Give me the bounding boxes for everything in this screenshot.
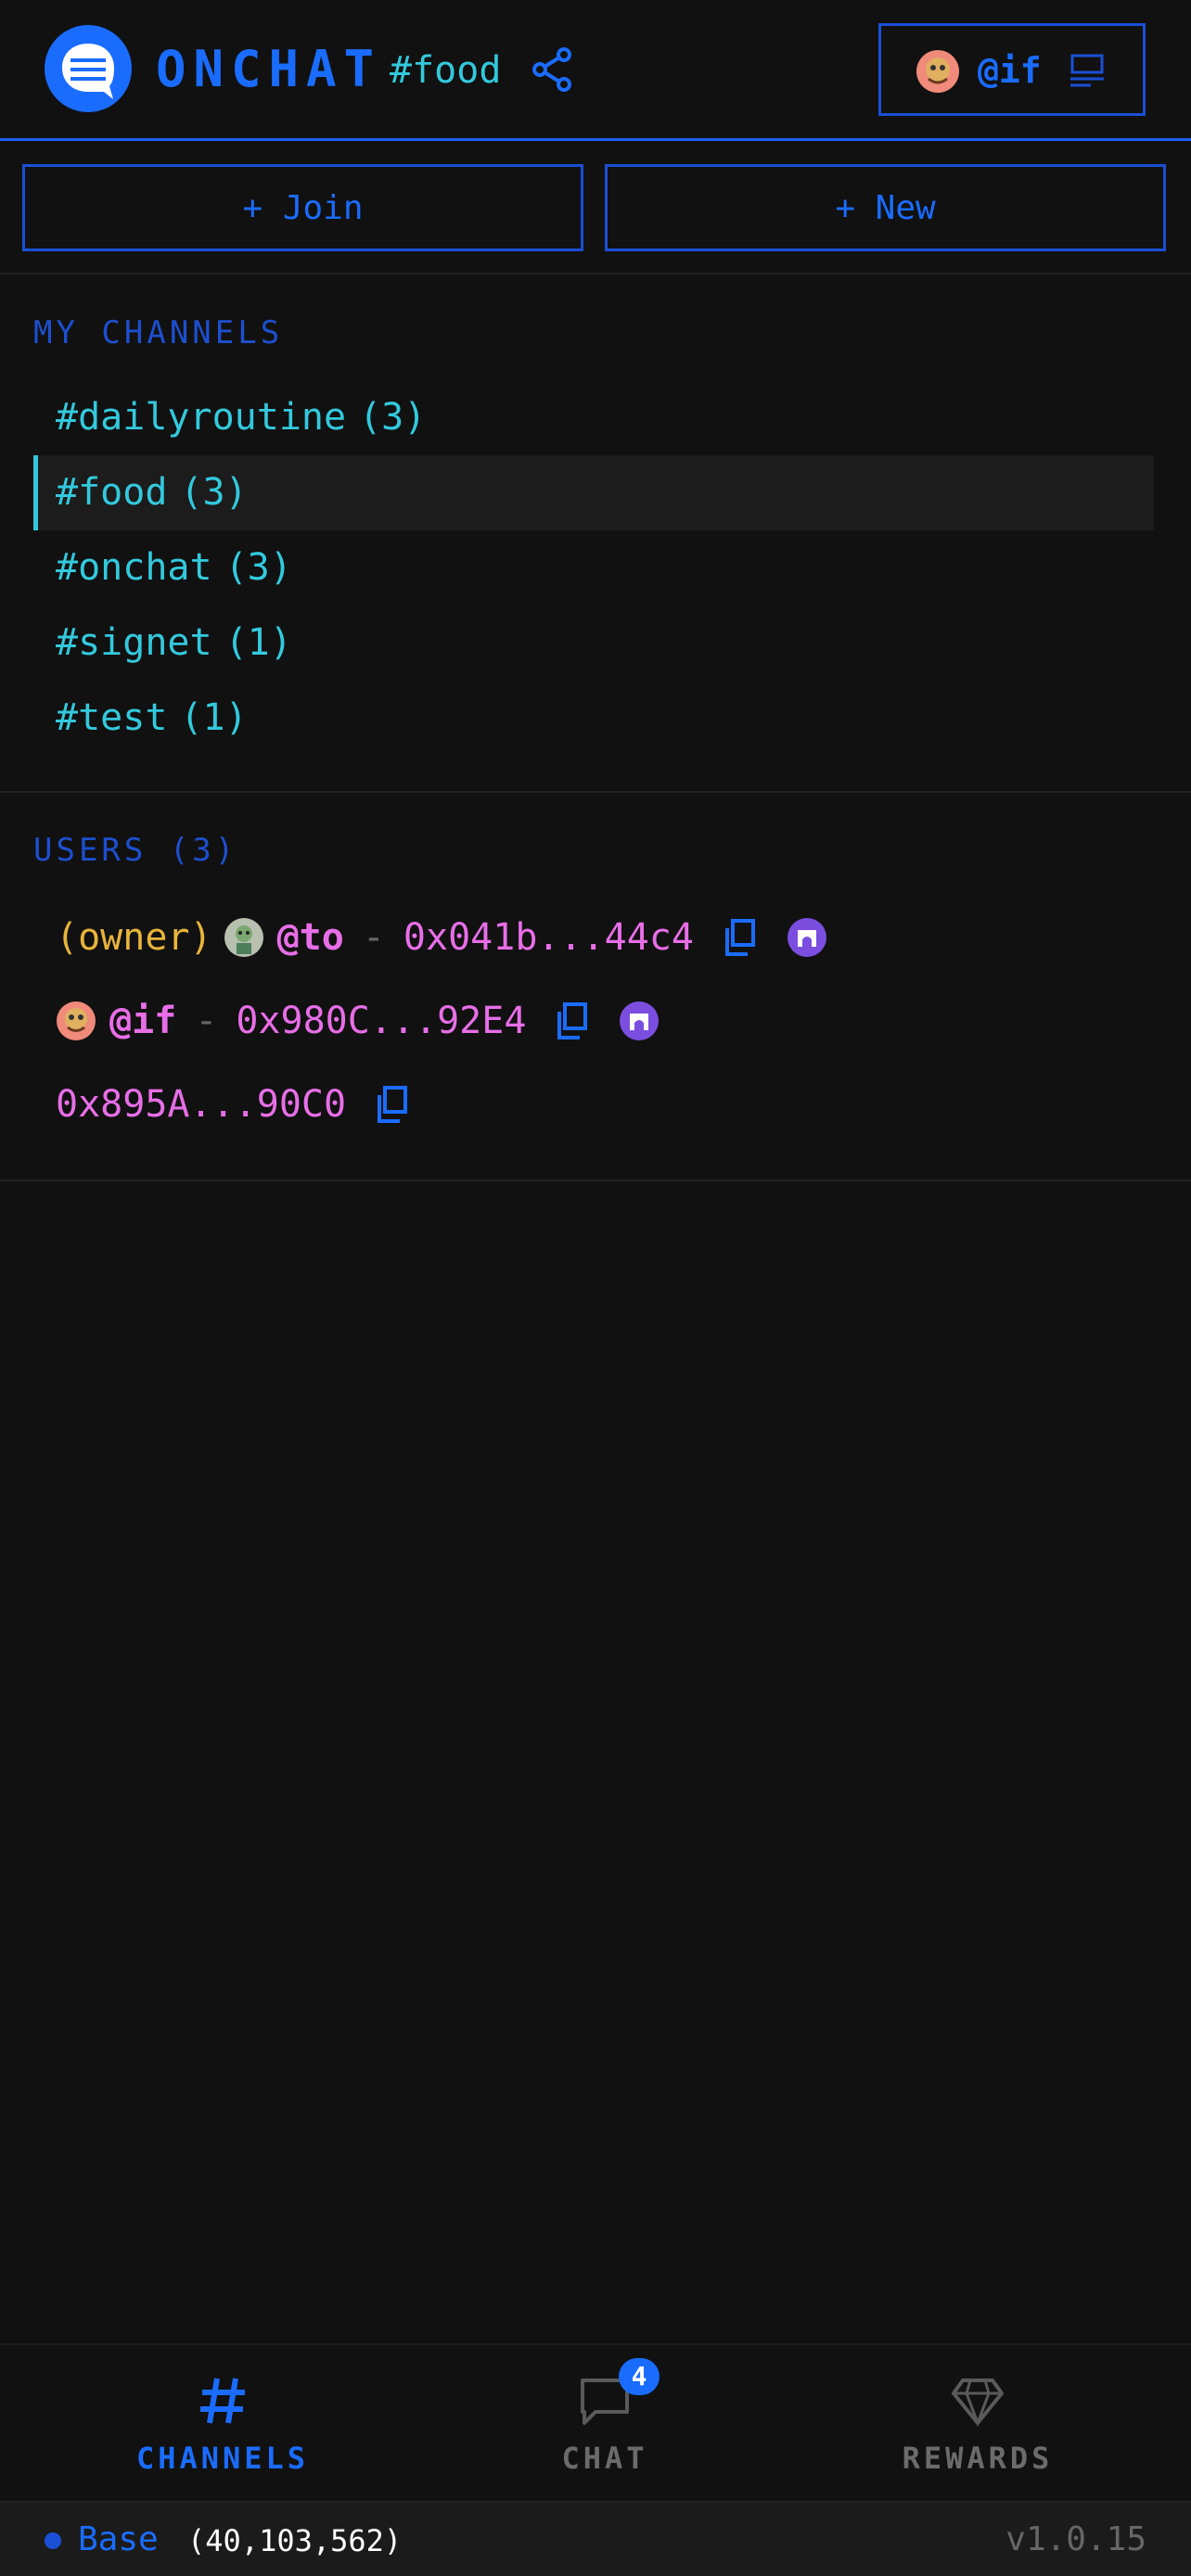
nav-tab-rewards[interactable]: REWARDS (779, 2345, 1176, 2503)
user-avatar (56, 1001, 96, 1041)
channel-item-count: (3) (180, 471, 248, 514)
user-row-owner: (owner) @to - 0x041b...44c4 (56, 910, 827, 965)
share-icon[interactable] (531, 46, 575, 93)
unread-count-badge: 4 (619, 2358, 660, 2395)
brand-title: ONCHAT (156, 40, 382, 98)
farcaster-icon[interactable] (787, 917, 827, 958)
divider (0, 791, 1191, 793)
nav-tab-label: CHAT (561, 2441, 648, 2476)
copy-icon[interactable] (722, 917, 759, 958)
channel-item-name: #food (56, 471, 168, 514)
channel-item-test[interactable]: #test (1) (33, 681, 1154, 756)
my-channels-title: MY CHANNELS (33, 314, 284, 351)
user-row-if: @if - 0x980C...92E4 (56, 993, 660, 1049)
app-header: ONCHAT #food @if (0, 0, 1191, 141)
nav-tab-label: REWARDS (902, 2441, 1054, 2476)
channel-item-food[interactable]: #food (3) (33, 455, 1154, 530)
nav-tab-label: CHANNELS (135, 2441, 310, 2476)
channel-item-count: (3) (224, 546, 292, 589)
profile-name: @if (978, 50, 1042, 91)
network-name: Base (78, 2520, 159, 2558)
user-avatar (224, 917, 264, 958)
channel-item-onchat[interactable]: #onchat (3) (33, 530, 1154, 606)
copy-icon[interactable] (374, 1084, 411, 1125)
channel-item-name: #test (56, 696, 168, 739)
app-version: v1.0.15 (1005, 2520, 1146, 2558)
user-name[interactable]: @to (277, 916, 344, 959)
diamond-icon (950, 2373, 1005, 2429)
user-address: 0x895A...90C0 (56, 1083, 347, 1126)
current-channel-name: #food (390, 49, 502, 92)
channel-item-count: (1) (180, 696, 248, 739)
profile-button[interactable]: @if (878, 23, 1146, 116)
nav-tab-channels[interactable]: CHANNELS (24, 2345, 421, 2503)
onchat-logo-icon[interactable] (45, 25, 132, 112)
network-status-dot-icon (45, 2532, 61, 2549)
farcaster-icon[interactable] (619, 1001, 660, 1041)
user-separator: - (362, 916, 385, 959)
channel-item-dailyroutine[interactable]: #dailyroutine (3) (33, 380, 1154, 455)
user-address: 0x041b...44c4 (403, 916, 694, 959)
divider (0, 273, 1191, 274)
user-separator: - (195, 1000, 218, 1042)
profile-avatar (916, 49, 960, 94)
nav-tab-chat[interactable]: 4 CHAT (406, 2345, 803, 2503)
user-address: 0x980C...92E4 (236, 1000, 527, 1042)
user-row-anonymous: 0x895A...90C0 (56, 1077, 439, 1132)
block-number: (40,103,562) (187, 2523, 403, 2558)
status-bar: Base (40,103,562) v1.0.15 (0, 2501, 1191, 2576)
hash-icon (195, 2373, 250, 2429)
bottom-navigation: CHANNELS 4 CHAT REWARDS (0, 2343, 1191, 2501)
channel-item-name: #signet (56, 621, 212, 664)
user-name[interactable]: @if (109, 1000, 176, 1042)
channel-item-name: #onchat (56, 546, 212, 589)
channel-item-count: (3) (359, 396, 427, 439)
monitor-icon (1069, 52, 1106, 89)
divider (0, 1180, 1191, 1181)
channel-item-count: (1) (224, 621, 292, 664)
join-channel-button[interactable]: + Join (22, 164, 583, 251)
owner-tag: (owner) (56, 916, 212, 959)
channel-item-name: #dailyroutine (56, 396, 347, 439)
new-channel-button[interactable]: + New (605, 164, 1166, 251)
copy-icon[interactable] (554, 1001, 591, 1041)
users-title: USERS (3) (33, 832, 238, 869)
channel-item-signet[interactable]: #signet (1) (33, 606, 1154, 681)
